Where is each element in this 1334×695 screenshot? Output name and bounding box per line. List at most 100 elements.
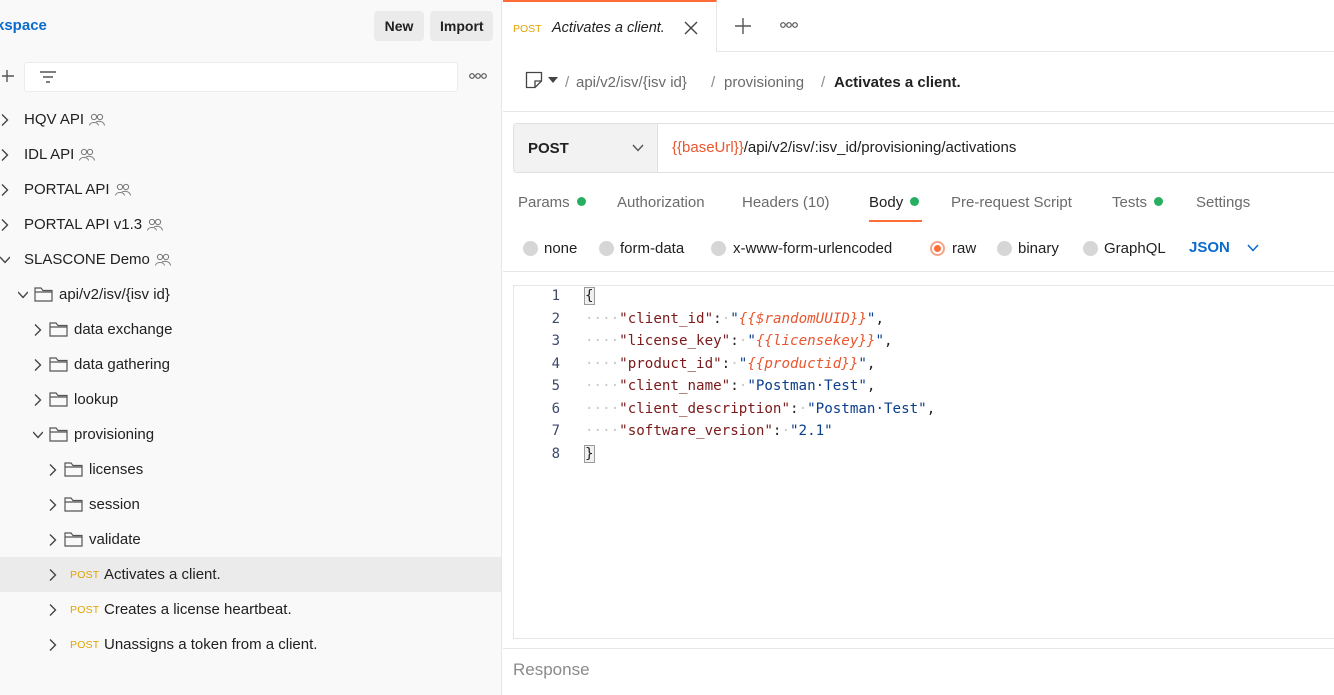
active-tab-indicator — [869, 220, 922, 222]
tree-item-label: Unassigns a token from a client. — [104, 636, 318, 653]
folder-item[interactable]: data gathering — [0, 347, 501, 382]
chevron-down-icon[interactable] — [18, 289, 28, 301]
format-select[interactable]: JSON — [1189, 239, 1230, 256]
json-variable: {{productid}} — [747, 355, 859, 372]
radio-raw-label[interactable]: raw — [952, 240, 976, 257]
chevron-down-icon[interactable] — [1247, 244, 1259, 252]
tab-params[interactable]: Params — [518, 194, 586, 211]
radio-form-data[interactable] — [599, 241, 614, 256]
tab-activates-client[interactable]: POST Activates a client. — [503, 0, 717, 52]
breadcrumb-folder-isv[interactable]: api/v2/isv/{isv id} — [576, 74, 687, 91]
request-item[interactable]: POST Creates a license heartbeat. — [0, 592, 501, 627]
code-line: ····"client_id":·"{{$randomUUID}}", — [585, 311, 884, 327]
comma: , — [866, 378, 876, 394]
indent-whitespace: ···· — [585, 355, 620, 372]
code-line: { — [584, 287, 595, 305]
tab-headers[interactable]: Headers (10) — [742, 194, 830, 211]
new-button[interactable]: New — [374, 11, 424, 41]
collection-item[interactable]: PORTAL API v1.3 — [0, 207, 501, 242]
request-icon[interactable] — [525, 71, 543, 89]
open-brace: { — [584, 287, 595, 305]
body-type-selector: none form-data x-www-form-urlencoded raw… — [503, 232, 1334, 272]
folder-item[interactable]: session — [0, 487, 501, 522]
chevron-right-icon[interactable] — [0, 114, 10, 126]
json-variable: {{licensekey}} — [755, 333, 876, 349]
chevron-right-icon[interactable] — [48, 569, 58, 581]
radio-binary-label[interactable]: binary — [1018, 240, 1059, 257]
radio-none[interactable] — [523, 241, 538, 256]
close-icon[interactable] — [684, 21, 698, 35]
radio-none-label[interactable]: none — [544, 240, 577, 257]
chevron-right-icon[interactable] — [0, 149, 10, 161]
collection-item[interactable]: HQV API — [0, 102, 501, 137]
comma: , — [866, 355, 876, 372]
filter-input[interactable] — [24, 62, 458, 92]
tab-settings[interactable]: Settings — [1196, 194, 1250, 211]
more-tabs-icon[interactable] — [779, 20, 799, 30]
radio-graphql[interactable] — [1083, 241, 1098, 256]
radio-urlencoded[interactable] — [711, 241, 726, 256]
folder-icon — [64, 462, 83, 477]
folder-item[interactable]: validate — [0, 522, 501, 557]
folder-item[interactable]: provisioning — [0, 417, 501, 452]
line-number: 8 — [551, 445, 560, 462]
url-input[interactable]: {{baseUrl}}/api/v2/isv/:isv_id/provision… — [672, 139, 1016, 156]
tab-tests[interactable]: Tests — [1112, 194, 1164, 211]
radio-raw[interactable] — [930, 241, 945, 256]
collection-item[interactable]: IDL API — [0, 137, 501, 172]
request-item[interactable]: POST Unassigns a token from a client. — [0, 627, 501, 662]
caret-down-icon[interactable] — [548, 76, 558, 84]
chevron-right-icon[interactable] — [48, 604, 58, 616]
import-button[interactable]: Import — [430, 11, 493, 41]
sidebar-toolbar — [0, 60, 502, 94]
chevron-right-icon[interactable] — [48, 499, 58, 511]
tab-params-label: Params — [518, 194, 570, 211]
tab-title: Activates a client. — [552, 20, 665, 36]
tab-prerequest-script[interactable]: Pre-request Script — [951, 194, 1072, 211]
chevron-right-icon[interactable] — [0, 184, 10, 196]
plus-icon[interactable] — [0, 68, 14, 84]
indent-whitespace: ···· — [585, 378, 620, 394]
tab-body[interactable]: Body — [869, 194, 920, 211]
request-item[interactable]: POST Activates a client. — [0, 557, 501, 592]
tab-authorization[interactable]: Authorization — [617, 194, 705, 211]
folder-item[interactable]: licenses — [0, 452, 501, 487]
code-editor[interactable]: 1 2 3 4 5 6 7 8{····"client_id":·"{{$randomUUID… — [513, 285, 1334, 639]
collection-item[interactable]: PORTAL API — [0, 172, 501, 207]
folder-icon — [49, 427, 68, 442]
breadcrumb-current[interactable]: Activates a client. — [834, 74, 961, 91]
breadcrumb-separator: / — [711, 74, 716, 91]
breadcrumb-folder-provisioning[interactable]: provisioning — [724, 74, 804, 91]
chevron-right-icon[interactable] — [48, 534, 58, 546]
url-variable: {{baseUrl}} — [672, 139, 744, 156]
chevron-down-icon[interactable] — [0, 254, 10, 266]
collection-item[interactable]: SLASCONE Demo — [0, 242, 501, 277]
chevron-right-icon[interactable] — [0, 219, 10, 231]
folder-item[interactable]: data exchange — [0, 312, 501, 347]
tree-item-label: PORTAL API v1.3 — [24, 216, 143, 233]
comma: , — [926, 400, 936, 417]
line-number: 6 — [551, 400, 560, 417]
chevron-right-icon[interactable] — [33, 394, 43, 406]
folder-item[interactable]: lookup — [0, 382, 501, 417]
workspace-title[interactable]: kspace — [0, 17, 47, 34]
radio-urlencoded-label[interactable]: x-www-form-urlencoded — [733, 240, 892, 257]
folder-item[interactable]: api/v2/isv/{isv id} — [0, 277, 501, 312]
radio-form-data-label[interactable]: form-data — [620, 240, 684, 257]
chevron-right-icon[interactable] — [33, 359, 43, 371]
more-options-icon[interactable] — [468, 70, 488, 82]
filter-icon — [40, 71, 56, 83]
method-select[interactable]: POST — [514, 124, 658, 172]
chevron-right-icon[interactable] — [48, 464, 58, 476]
tree-item-label: SLASCONE Demo — [24, 251, 150, 268]
new-tab-icon[interactable] — [735, 18, 751, 34]
chevron-right-icon[interactable] — [48, 639, 58, 651]
chevron-right-icon[interactable] — [33, 324, 43, 336]
radio-graphql-label[interactable]: GraphQL — [1104, 240, 1166, 257]
chevron-down-icon[interactable] — [33, 429, 43, 441]
code-line: ····"license_key":·"{{licensekey}}", — [585, 333, 893, 349]
team-icon — [154, 253, 171, 266]
space: · — [721, 310, 731, 327]
radio-binary[interactable] — [997, 241, 1012, 256]
sidebar: kspace New Import HQV API IDL API PORTAL A… — [0, 0, 502, 695]
